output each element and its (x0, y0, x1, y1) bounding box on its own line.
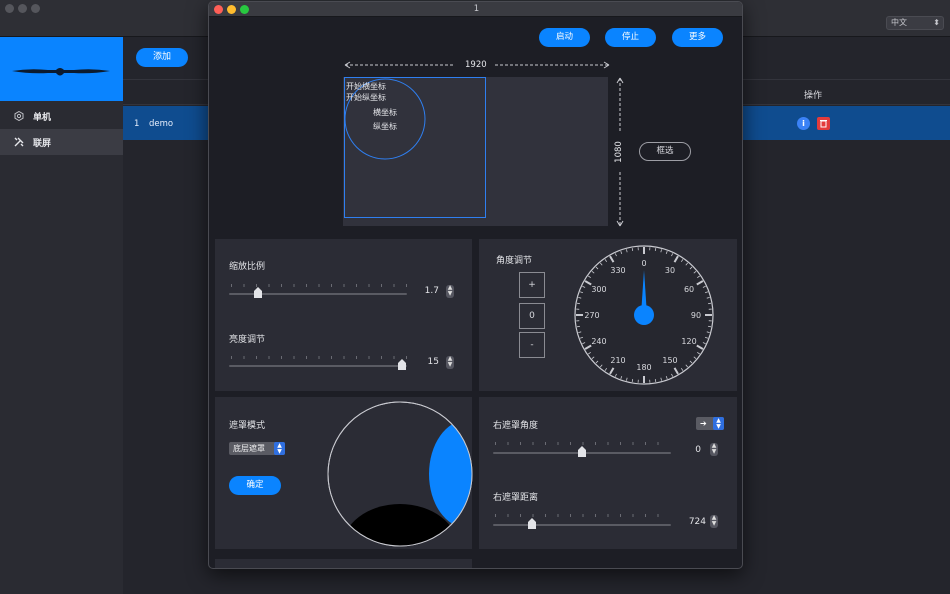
box-select-button[interactable]: 框选 (639, 142, 691, 161)
start-x-label: 开始横坐标 (346, 82, 386, 91)
dial-label: 90 (691, 311, 701, 320)
right-mask-angle-thumb[interactable] (577, 446, 587, 458)
dialog-window: 1 启动 停止 更多 1920 1080 开始横坐标 开始纵坐标 横坐标 纵坐标… (208, 1, 743, 569)
start-y-label: 开始纵坐标 (346, 93, 386, 102)
sidebar-item-label: 单机 (33, 112, 52, 123)
right-mask-angle-ticks (495, 442, 669, 445)
mask-mode-value: 底层遮罩 (233, 444, 265, 453)
right-mask-distance-title: 右遮罩距离 (493, 493, 539, 503)
mask-mode-title: 遮罩模式 (229, 421, 266, 431)
brightness-title: 亮度调节 (229, 335, 266, 345)
brightness-value: 15 (427, 357, 439, 367)
chevron-updown-icon: ▲ ▼ (713, 417, 724, 430)
chevron-updown-icon: ⬍ (933, 18, 940, 27)
y-label: 纵坐标 (373, 122, 397, 131)
row-name: demo (149, 119, 174, 129)
dial-label: 240 (591, 337, 606, 346)
dial-hub (634, 305, 654, 325)
confirm-button[interactable]: 确定 (229, 476, 281, 495)
language-select-value: 中文 (891, 18, 907, 27)
right-mask-distance-track[interactable] (493, 524, 671, 526)
right-mask-distance-thumb[interactable] (527, 518, 537, 530)
mask-preview-circle (327, 401, 473, 547)
tools-icon (14, 137, 24, 147)
sidebar-item-single[interactable]: 单机 (0, 103, 123, 129)
height-label: 1080 (614, 141, 624, 163)
dial-label: 270 (584, 311, 599, 320)
language-select[interactable]: 中文 ⬍ (886, 16, 944, 30)
brightness-slider-ticks (231, 356, 407, 359)
dial-label: 60 (684, 285, 694, 294)
info-icon[interactable]: i (797, 117, 810, 130)
dialog-titlebar: 1 (209, 2, 742, 17)
dial-label: 120 (681, 337, 696, 346)
brightness-slider-track[interactable] (229, 365, 407, 367)
dial-label: 150 (662, 356, 677, 365)
close-window-button[interactable] (5, 4, 14, 13)
angle-plus-button[interactable]: + (519, 272, 545, 298)
add-button[interactable]: 添加 (136, 48, 188, 67)
column-header-ops: 操作 (803, 91, 822, 101)
more-button[interactable]: 更多 (672, 28, 723, 47)
brightness-stepper[interactable]: ▲ ▼ (446, 356, 454, 369)
brightness-slider-thumb[interactable] (397, 359, 407, 371)
scale-value: 1.7 (424, 286, 439, 296)
trash-icon[interactable] (817, 117, 830, 130)
logo (0, 37, 123, 101)
chevron-updown-icon: ▲ ▼ (274, 442, 285, 455)
dial-label: 30 (665, 266, 675, 275)
hexagon-gear-icon (14, 111, 24, 121)
angle-value-field[interactable]: 0 (519, 303, 545, 329)
dial-label: 210 (610, 356, 625, 365)
hologram-fan-icon (12, 68, 110, 76)
right-mask-distance-ticks (495, 514, 669, 517)
dialog-zoom-button[interactable] (240, 5, 249, 14)
stop-button[interactable]: 停止 (605, 28, 656, 47)
row-index: 1 (134, 119, 140, 129)
dialog-close-button[interactable] (214, 5, 223, 14)
start-button[interactable]: 启动 (539, 28, 590, 47)
right-mask-distance-value: 724 (688, 517, 706, 527)
x-label: 横坐标 (373, 108, 397, 117)
minimize-window-button[interactable] (18, 4, 27, 13)
width-label: 1920 (465, 60, 487, 70)
scale-slider-thumb[interactable] (253, 287, 263, 299)
scale-stepper[interactable]: ▲ ▼ (446, 285, 454, 298)
direction-select[interactable]: ➔ ▲ ▼ (696, 417, 724, 430)
angle-minus-button[interactable]: - (519, 332, 545, 358)
arrow-right-icon: ➔ (700, 419, 707, 428)
right-mask-angle-title: 右遮罩角度 (493, 421, 539, 431)
scale-title: 缩放比例 (229, 262, 266, 272)
dial-label: 180 (636, 363, 651, 372)
angle-title: 角度调节 (496, 256, 533, 266)
sidebar-item-label: 联屏 (33, 138, 52, 149)
zoom-window-button[interactable] (31, 4, 40, 13)
right-mask-distance-stepper[interactable]: ▲ ▼ (710, 515, 718, 528)
angle-dial[interactable]: 0 30 60 90 120 150 180 210 240 270 300 330 (573, 244, 715, 386)
sidebar-item-multi-screen[interactable]: 联屏 (0, 129, 123, 155)
dial-label: 300 (591, 285, 606, 294)
right-mask-angle-value: 0 (695, 445, 701, 455)
dial-label: 0 (641, 259, 646, 268)
dial-label: 330 (610, 266, 625, 275)
mask-mode-select[interactable]: 底层遮罩 ▲ ▼ (229, 442, 285, 455)
bottom-panel (215, 559, 472, 568)
right-mask-angle-stepper[interactable]: ▲ ▼ (710, 443, 718, 456)
dialog-title: 1 (473, 4, 480, 14)
dialog-minimize-button[interactable] (227, 5, 236, 14)
